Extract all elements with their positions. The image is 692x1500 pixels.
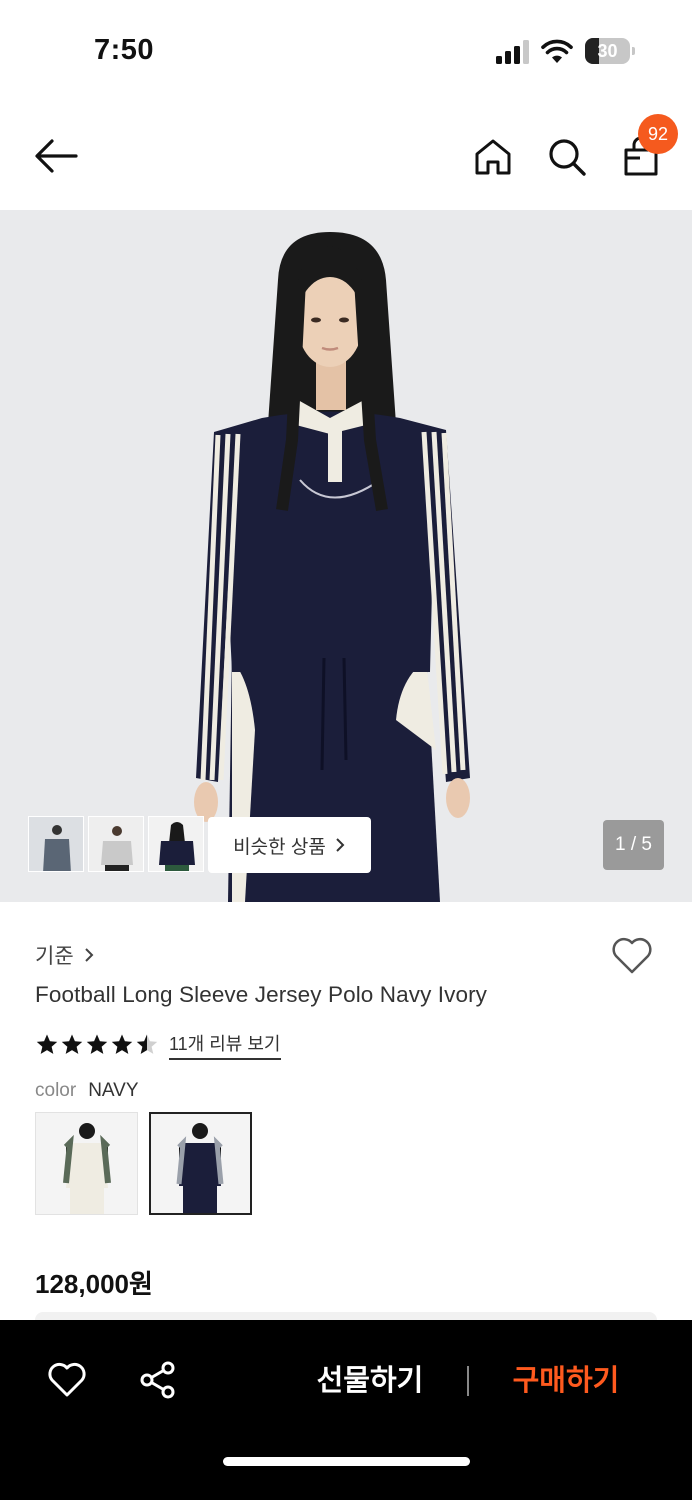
cellular-signal-icon — [496, 40, 529, 64]
star-icon — [111, 1034, 133, 1054]
star-rating — [35, 1033, 159, 1057]
color-option-row: color NAVY — [35, 1080, 139, 1102]
image-thumbnails — [28, 816, 204, 872]
back-arrow-icon[interactable] — [30, 136, 82, 176]
gift-button[interactable]: 선물하기 — [300, 1360, 440, 1402]
color-swatch-ivory[interactable] — [35, 1112, 138, 1215]
thumbnail-3[interactable] — [148, 816, 204, 872]
color-swatches — [35, 1112, 252, 1215]
buy-button[interactable]: 구매하기 — [496, 1360, 636, 1402]
color-swatch-navy[interactable] — [149, 1112, 252, 1215]
image-page-indicator: 1 / 5 — [603, 820, 664, 870]
rating-row: 11개 리뷰 보기 — [35, 1030, 281, 1060]
divider — [467, 1366, 469, 1396]
reviews-link[interactable]: 11개 리뷰 보기 — [169, 1030, 281, 1060]
thumbnail-1[interactable] — [28, 816, 84, 872]
similar-products-button[interactable]: 비슷한 상품 — [208, 817, 371, 873]
product-price: 128,000원 — [35, 1269, 153, 1299]
battery-percent: 30 — [597, 41, 618, 61]
selected-color: NAVY — [88, 1080, 139, 1101]
status-time: 7:50 — [94, 34, 155, 66]
color-label: color — [35, 1080, 77, 1101]
top-navigation-bar — [0, 100, 692, 210]
chevron-right-icon — [84, 948, 94, 962]
home-indicator — [223, 1457, 470, 1466]
battery-indicator: 30 — [585, 38, 635, 64]
status-bar: 7:50 30 — [0, 0, 692, 100]
similar-products-label: 비슷한 상품 — [233, 836, 326, 858]
product-photo — [0, 210, 692, 902]
heart-icon[interactable] — [46, 1360, 88, 1400]
share-icon[interactable] — [138, 1360, 178, 1400]
brand-link[interactable]: 기준 — [35, 940, 94, 970]
search-icon[interactable] — [546, 136, 588, 178]
cart-count-badge: 92 — [638, 114, 678, 154]
chevron-right-icon — [336, 838, 345, 852]
brand-name: 기준 — [35, 945, 74, 968]
star-icon — [61, 1034, 83, 1054]
star-icon — [136, 1034, 158, 1054]
heart-icon[interactable] — [610, 936, 654, 976]
product-image-carousel[interactable]: 비슷한 상품 1 / 5 — [0, 210, 692, 902]
thumbnail-2[interactable] — [88, 816, 144, 872]
wifi-icon — [541, 39, 573, 63]
home-icon[interactable] — [472, 136, 514, 178]
bottom-action-bar: 선물하기 구매하기 — [0, 1320, 692, 1500]
star-icon — [86, 1034, 108, 1054]
star-icon — [36, 1034, 58, 1054]
product-name: Football Long Sleeve Jersey Polo Navy Iv… — [35, 982, 488, 1007]
